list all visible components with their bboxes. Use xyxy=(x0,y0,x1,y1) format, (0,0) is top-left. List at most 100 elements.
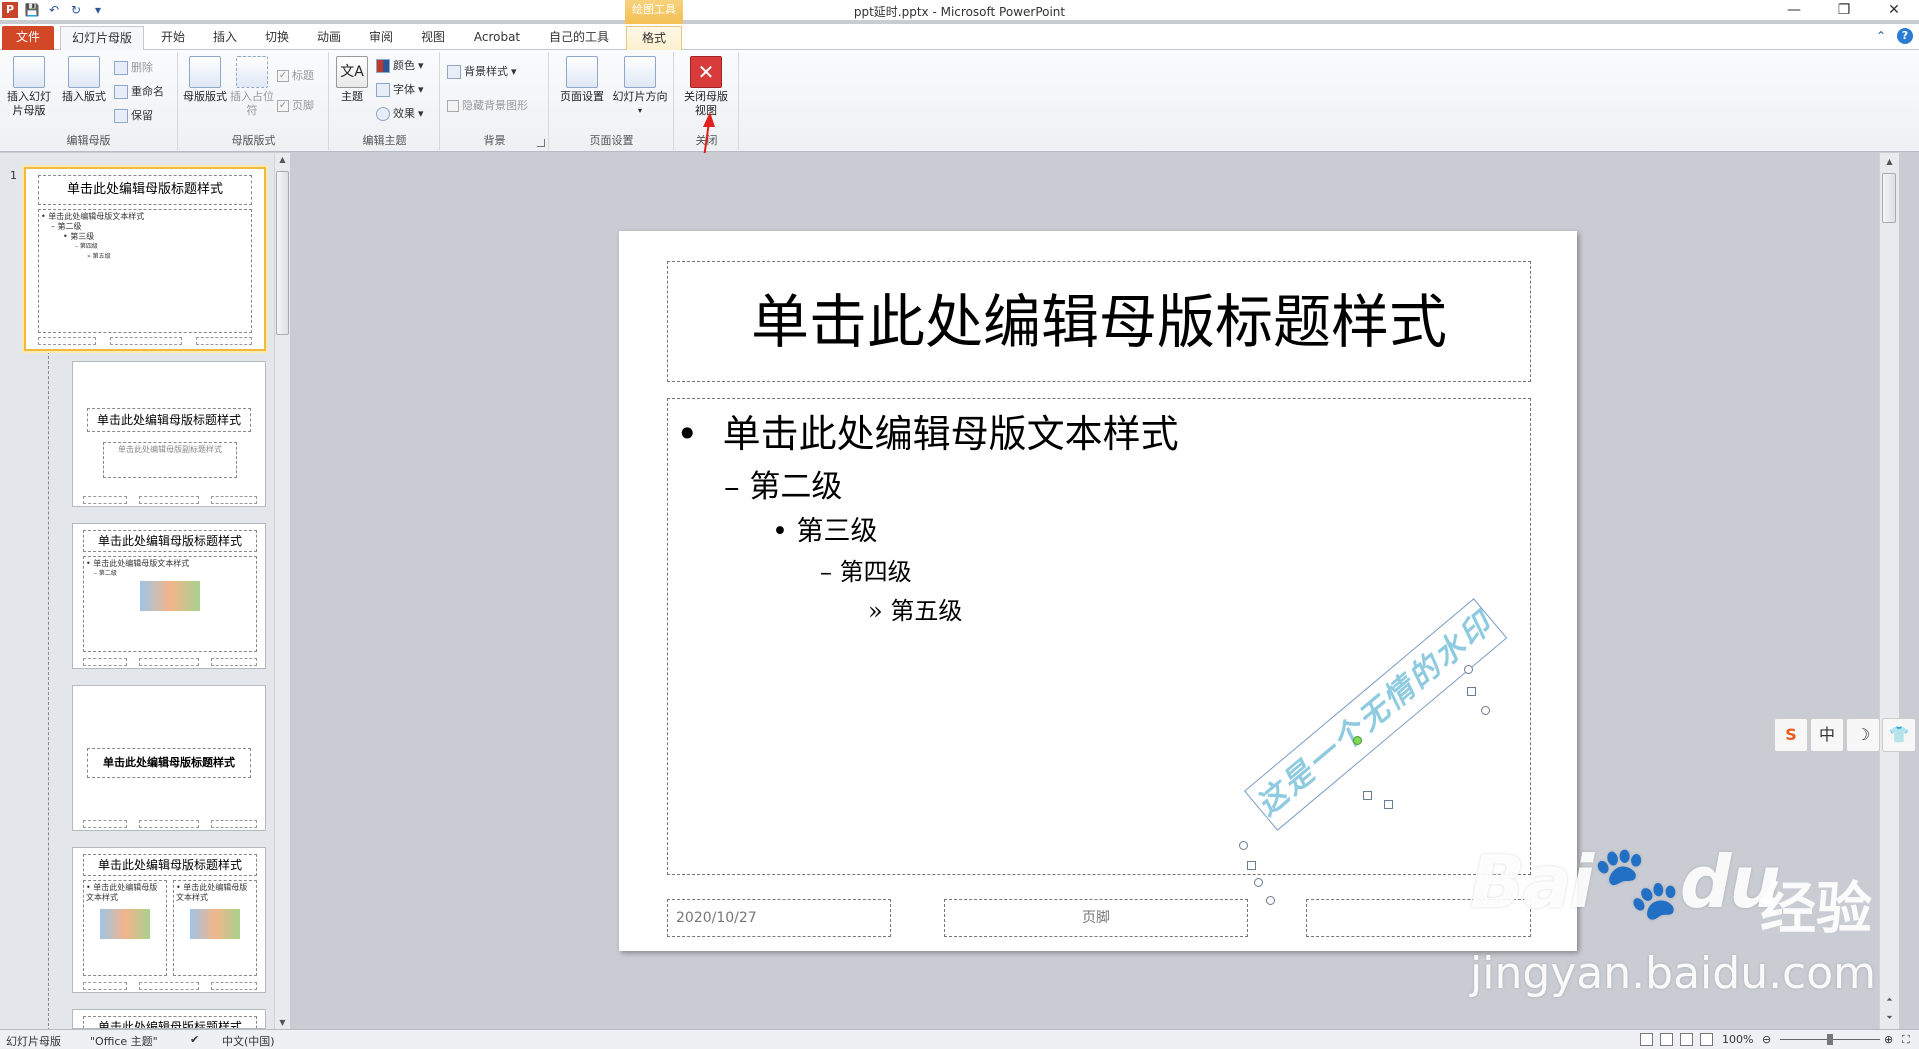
hide-background-checkbox[interactable]: 隐藏背景图形 xyxy=(447,96,528,116)
preserve-button[interactable]: 保留 xyxy=(114,106,153,126)
thumb-level-1: • 单击此处编辑母版文本样式 xyxy=(41,212,145,221)
tab-home[interactable]: 开始 xyxy=(150,26,196,50)
scroll-down-icon[interactable]: ▼ xyxy=(275,1018,290,1027)
insert-slide-master-button[interactable]: 插入幻灯片母版 xyxy=(2,56,56,118)
thumb-body: • 单击此处编辑母版文本样式 – 第二级 • 第三级 – 第四级 » 第五级 xyxy=(38,209,252,333)
slide-canvas[interactable]: 单击此处编辑母版标题样式 • 单击此处编辑母版文本样式 – 第二级 • 第三级 … xyxy=(619,231,1577,951)
normal-view-icon[interactable] xyxy=(1640,1033,1653,1046)
contextual-tab-group-label: 绘图工具 xyxy=(625,0,683,24)
thumb-level-2: – 第二级 xyxy=(51,222,82,231)
tab-own-tools[interactable]: 自己的工具 xyxy=(538,26,620,50)
thumbnail-slide-master[interactable]: 单击此处编辑母版标题样式 • 单击此处编辑母版文本样式 – 第二级 • 第三级 … xyxy=(24,167,266,351)
close-master-view-button[interactable]: ✕ 关闭母版视图 xyxy=(681,56,731,118)
body-placeholder[interactable]: • 单击此处编辑母版文本样式 – 第二级 • 第三级 – 第四级 » 第五级 xyxy=(667,398,1531,875)
resize-handle[interactable] xyxy=(1481,706,1490,715)
footer-placeholder[interactable]: 页脚 xyxy=(944,899,1248,937)
title-checkbox[interactable]: ✓ 标题 xyxy=(277,66,314,86)
fonts-button[interactable]: 字体 ▾ xyxy=(376,80,424,100)
layout-connector-line xyxy=(48,351,49,1031)
restore-icon[interactable]: ❐ xyxy=(1819,0,1869,20)
level-4-item: – 第四级 xyxy=(820,558,912,586)
colors-button[interactable]: 颜色 ▾ xyxy=(376,56,424,76)
tab-insert[interactable]: 插入 xyxy=(202,26,248,50)
level-1-item: • 单击此处编辑母版文本样式 xyxy=(676,412,1179,456)
zoom-slider-thumb[interactable] xyxy=(1827,1034,1833,1045)
thumbnail-layout[interactable]: 单击此处编辑母版标题样式 • 单击此处编辑母版文本样式 – 第二级 xyxy=(72,523,266,669)
reading-view-icon[interactable] xyxy=(1680,1033,1693,1046)
thumb-footer xyxy=(83,982,127,990)
close-window-icon[interactable]: ✕ xyxy=(1869,0,1919,20)
scrollbar-thumb[interactable] xyxy=(1882,173,1896,223)
spellcheck-icon[interactable]: ✔ xyxy=(190,1033,199,1046)
resize-handle[interactable] xyxy=(1363,791,1372,800)
slide-orientation-button[interactable]: 幻灯片方向 ▾ xyxy=(608,56,672,118)
tab-format[interactable]: 格式 xyxy=(626,26,682,50)
scrollbar-thumb[interactable] xyxy=(276,171,289,335)
resize-handle[interactable] xyxy=(1247,861,1256,870)
help-icon[interactable]: ? xyxy=(1897,28,1913,44)
rename-button[interactable]: 重命名 xyxy=(114,82,164,102)
thumbnail-layout[interactable]: 单击此处编辑母版标题样式 单击此处编辑母版副标题样式 xyxy=(72,361,266,507)
rotation-handle[interactable] xyxy=(1353,736,1362,745)
themes-button[interactable]: 文A 主题 xyxy=(332,56,372,104)
ribbon: 插入幻灯片母版 插入版式 删除 重命名 保留 编辑母版 母版版式 插入占位符 ✓… xyxy=(0,50,1919,152)
title-placeholder[interactable]: 单击此处编辑母版标题样式 xyxy=(667,261,1531,382)
fit-to-window-icon[interactable]: ⛶ xyxy=(1902,1033,1910,1047)
level-2-item: – 第二级 xyxy=(724,469,843,505)
thumb-title: 单击此处编辑母版标题样式 xyxy=(87,408,251,432)
tab-slide-master[interactable]: 幻灯片母版 xyxy=(60,26,144,51)
insert-layout-button[interactable]: 插入版式 xyxy=(58,56,110,104)
scroll-up-icon[interactable]: ▲ xyxy=(275,155,290,164)
minimize-ribbon-icon[interactable]: ⌃ xyxy=(1873,28,1889,44)
resize-handle[interactable] xyxy=(1239,841,1248,850)
thumbnail-layout[interactable]: 单击此处编辑母版标题样式 xyxy=(72,1009,266,1029)
moon-icon[interactable]: ☽ xyxy=(1846,718,1880,752)
checkbox-icon: ✓ xyxy=(277,100,289,112)
slide-sorter-view-icon[interactable] xyxy=(1660,1033,1673,1046)
layout-icon xyxy=(68,56,100,88)
effects-button[interactable]: 效果 ▾ xyxy=(376,104,424,124)
zoom-in-icon[interactable]: ⊕ xyxy=(1884,1033,1893,1046)
slide-number: 1 xyxy=(10,169,17,182)
slideshow-view-icon[interactable] xyxy=(1700,1033,1713,1046)
group-label-edit-master: 编辑母版 xyxy=(66,134,111,147)
thumb-footer xyxy=(211,496,257,504)
status-language[interactable]: 中文(中国) xyxy=(222,1033,275,1049)
date-placeholder[interactable]: 2020/10/27 xyxy=(667,899,891,937)
master-layout-button[interactable]: 母版版式 xyxy=(183,56,227,104)
scroll-up-icon[interactable]: ▲ xyxy=(1880,157,1899,166)
thumb-title: 单击此处编辑母版标题样式 xyxy=(83,1016,257,1028)
tab-transitions[interactable]: 切换 xyxy=(254,26,300,50)
page-setup-button[interactable]: 页面设置 xyxy=(552,56,612,104)
zoom-level[interactable]: 100% xyxy=(1722,1033,1753,1046)
zoom-out-icon[interactable]: ⊖ xyxy=(1762,1033,1771,1046)
tab-animations[interactable]: 动画 xyxy=(306,26,352,50)
thumb-footer xyxy=(139,982,199,990)
delete-button[interactable]: 删除 xyxy=(114,58,153,78)
sogou-logo-icon[interactable]: S xyxy=(1774,718,1808,752)
group-master-layout: 母版版式 插入占位符 ✓ 标题 ✓ 页脚 母版版式 xyxy=(179,52,329,150)
background-styles-button[interactable]: 背景样式 ▾ xyxy=(447,62,517,82)
tab-review[interactable]: 审阅 xyxy=(358,26,404,50)
thumb-level-1: • 单击此处编辑母版文本样式 xyxy=(86,883,158,902)
resize-handle[interactable] xyxy=(1384,800,1393,809)
thumbnail-layout[interactable]: 单击此处编辑母版标题样式 • 单击此处编辑母版文本样式 • 单击此处编辑母版文本… xyxy=(72,847,266,993)
footer-checkbox[interactable]: ✓ 页脚 xyxy=(277,96,314,116)
resize-handle[interactable] xyxy=(1464,665,1473,674)
ime-mode-toggle[interactable]: 中 xyxy=(1810,718,1844,752)
tab-file[interactable]: 文件 xyxy=(2,26,54,50)
status-theme[interactable]: "Office 主题" xyxy=(90,1033,158,1049)
ime-toolbar: S 中 ☽ 👕 xyxy=(1774,718,1916,752)
window-title: ppt延时.pptx - Microsoft PowerPoint xyxy=(853,5,1066,19)
minimize-icon[interactable]: — xyxy=(1769,0,1819,20)
thumbnail-scrollbar[interactable]: ▲ ▼ xyxy=(274,153,290,1029)
thumb-footer xyxy=(83,496,127,504)
tab-view[interactable]: 视图 xyxy=(410,26,456,50)
skin-shirt-icon[interactable]: 👕 xyxy=(1882,718,1916,752)
resize-handle[interactable] xyxy=(1266,896,1275,905)
resize-handle[interactable] xyxy=(1254,878,1263,887)
thumbnail-layout[interactable]: 单击此处编辑母版标题样式 xyxy=(72,685,266,831)
insert-placeholder-button[interactable]: 插入占位符 xyxy=(227,56,277,118)
tab-acrobat[interactable]: Acrobat xyxy=(462,26,532,50)
resize-handle[interactable] xyxy=(1467,687,1476,696)
